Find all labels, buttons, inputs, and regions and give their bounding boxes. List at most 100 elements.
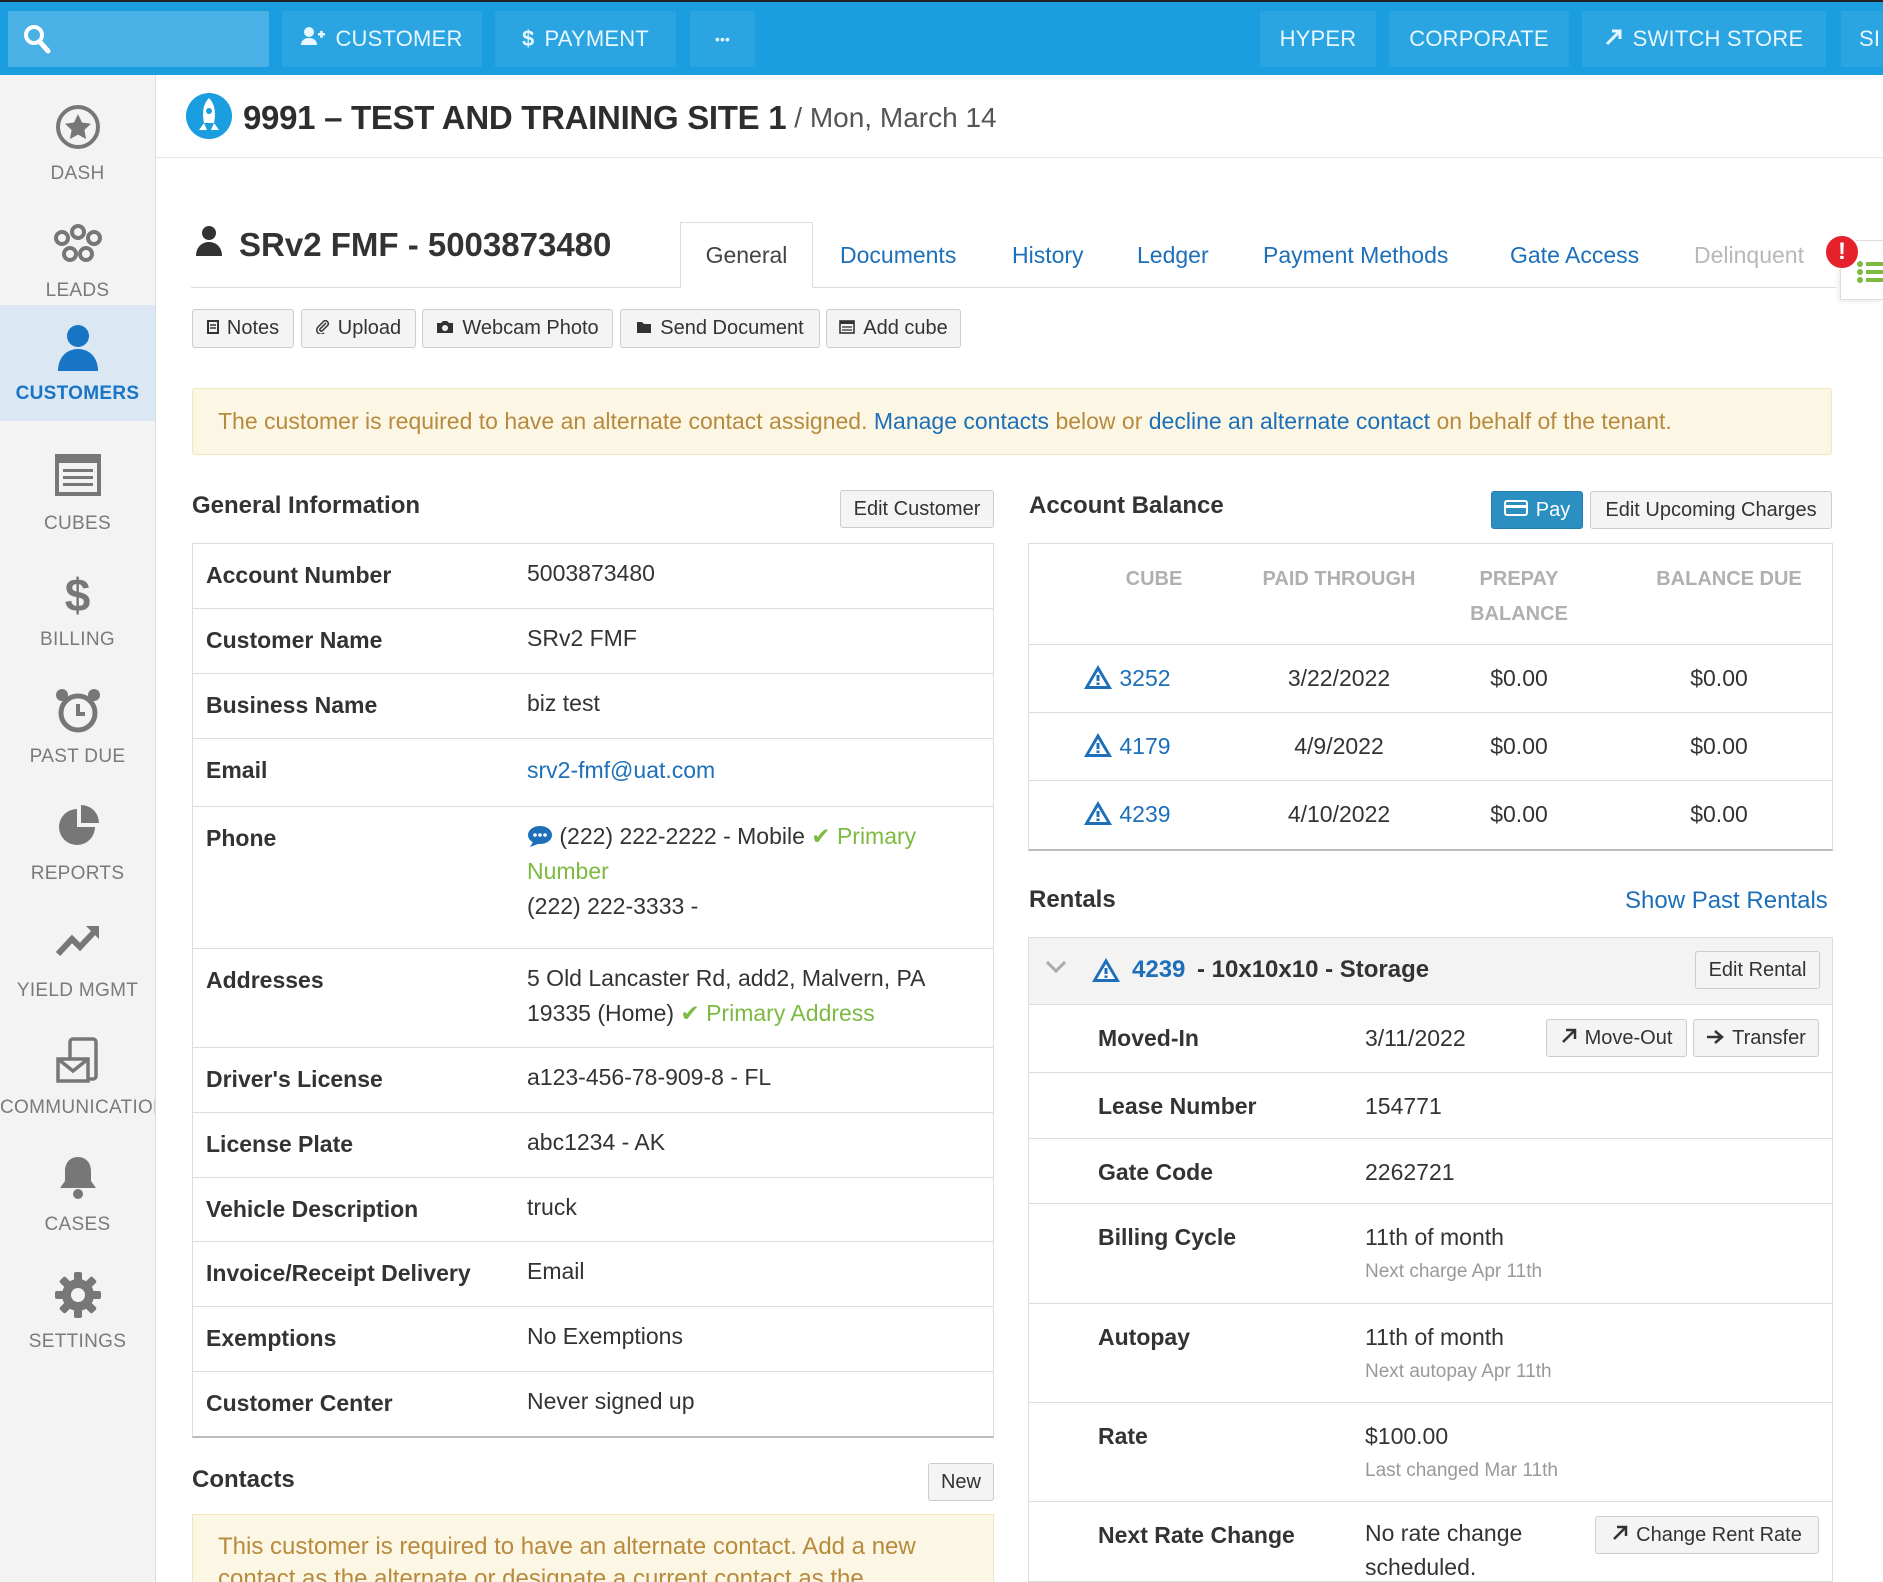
more-icon: ••• — [714, 31, 731, 47]
current-date: / Mon, March 14 — [794, 102, 997, 133]
sidebar-item-cubes[interactable]: CUBES — [0, 435, 155, 551]
sidebar-label-cases: CASES — [44, 1214, 111, 1235]
sidebar-label-past-due: PAST DUE — [29, 746, 126, 767]
pay-button[interactable]: Pay — [1491, 491, 1583, 529]
general-information-title: General Information — [192, 492, 421, 519]
tab-documents[interactable]: Documents — [840, 222, 956, 288]
change-rent-rate-button[interactable]: Change Rent Rate — [1595, 1516, 1819, 1554]
tab-history[interactable]: History — [1012, 222, 1084, 288]
account-balance-title: Account Balance — [1029, 492, 1224, 519]
sidebar-item-dash[interactable]: DASH — [0, 85, 155, 201]
arrow-up-right-icon — [1561, 1027, 1577, 1050]
customer-title: SRv2 FMF - 5003873480 — [195, 220, 611, 270]
transfer-button[interactable]: Transfer — [1693, 1019, 1819, 1057]
cube-cell: 4179 — [1083, 731, 1243, 760]
sidebar-label-customers: CUSTOMERS — [15, 383, 140, 404]
chevron-down-icon[interactable] — [1045, 960, 1067, 979]
row-label: Gate Code — [1098, 1159, 1214, 1185]
new-contact-button[interactable]: New — [928, 1463, 994, 1501]
send-document-button[interactable]: Send Document — [620, 309, 820, 348]
sidebar-item-settings[interactable]: SETTINGS — [0, 1253, 155, 1369]
more-nav-button[interactable]: ••• — [690, 11, 755, 67]
move-out-button[interactable]: Move-Out — [1546, 1019, 1687, 1057]
tab-payment-methods[interactable]: Payment Methods — [1263, 222, 1448, 288]
edit-rental-button[interactable]: Edit Rental — [1695, 951, 1820, 989]
table-row: Exemptions No Exemptions — [193, 1307, 993, 1372]
network-icon — [0, 220, 155, 272]
tab-delinquent[interactable]: Delinquent — [1694, 222, 1804, 288]
row-label: Exemptions — [206, 1325, 337, 1351]
header-prepay-balance: PREPAY BALANCE — [1470, 568, 1568, 625]
cube-link[interactable]: 3252 — [1119, 665, 1170, 691]
sidebar: DASH LEADS CUSTOMERS CUBES $ BILLING PAS… — [0, 75, 156, 1582]
sidebar-item-customers[interactable]: CUSTOMERS — [0, 305, 155, 421]
sidebar-item-reports[interactable]: REPORTS — [0, 785, 155, 901]
warning-triangle-icon — [1091, 956, 1121, 989]
notes-button[interactable]: Notes — [192, 309, 294, 348]
alert-badge[interactable]: ! — [1824, 234, 1860, 270]
switch-store-button[interactable]: SWITCH STORE — [1582, 11, 1826, 67]
row-label: Invoice/Receipt Delivery — [206, 1260, 471, 1286]
cut-nav-button[interactable]: SI — [1841, 11, 1883, 67]
arrow-right-icon — [1706, 1027, 1725, 1050]
add-cube-label: Add cube — [863, 317, 948, 339]
contacts-title: Contacts — [192, 1466, 295, 1493]
show-past-rentals-link[interactable]: Show Past Rentals — [1625, 887, 1828, 915]
add-cube-button[interactable]: Add cube — [826, 309, 961, 348]
header-paid-through: PAID THROUGH — [1262, 568, 1416, 590]
paid-through-cell: 4/10/2022 — [1287, 801, 1391, 827]
sidebar-item-communications[interactable]: COMMUNICATIONS — [0, 1019, 155, 1135]
row-label: Phone — [206, 825, 277, 851]
edit-upcoming-charges-button[interactable]: Edit Upcoming Charges — [1590, 491, 1832, 529]
next-autopay-note: Next autopay Apr 11th — [1365, 1361, 1552, 1382]
rental-unit-link[interactable]: 4239 — [1132, 956, 1185, 984]
warning-triangle-icon — [1083, 665, 1113, 691]
sidebar-item-leads[interactable]: LEADS — [0, 202, 155, 318]
row-label: Email — [206, 757, 268, 783]
sidebar-label-settings: SETTINGS — [28, 1331, 127, 1352]
gear-icon — [0, 1271, 155, 1323]
hyper-nav-button[interactable]: HYPER — [1260, 11, 1376, 67]
table-row: 4179 4/9/2022 $0.00 $0.00 — [1029, 713, 1832, 781]
webcam-photo-label: Webcam Photo — [462, 317, 599, 339]
manage-contacts-link[interactable]: Manage contacts — [874, 408, 1049, 435]
table-row: Account Number 5003873480 — [193, 544, 993, 609]
sidebar-item-past-due[interactable]: PAST DUE — [0, 668, 155, 784]
tab-ledger[interactable]: Ledger — [1137, 222, 1209, 288]
cube-link[interactable]: 4239 — [1119, 801, 1170, 827]
cube-link[interactable]: 4179 — [1119, 733, 1170, 759]
add-user-icon — [301, 26, 326, 52]
customer-nav-button[interactable]: CUSTOMER — [282, 11, 482, 67]
lease-number-value: 154771 — [1365, 1093, 1442, 1119]
sidebar-item-billing[interactable]: $ BILLING — [0, 551, 155, 667]
table-row: Email srv2-fmf@uat.com — [193, 739, 993, 807]
sidebar-item-yield-mgmt[interactable]: YIELD MGMT — [0, 902, 155, 1018]
search-icon — [22, 23, 52, 60]
table-row: License Plate abc1234 - AK — [193, 1113, 993, 1178]
table-row: Business Name biz test — [193, 674, 993, 739]
webcam-photo-button[interactable]: Webcam Photo — [422, 309, 613, 348]
tab-gate-access[interactable]: Gate Access — [1510, 222, 1639, 288]
decline-alternate-contact-link[interactable]: decline an alternate contact — [1149, 408, 1430, 435]
upload-button[interactable]: Upload — [301, 309, 416, 348]
sidebar-item-cases[interactable]: CASES — [0, 1136, 155, 1252]
notes-label: Notes — [226, 317, 280, 339]
table-header: CUBE PAID THROUGH PREPAY BALANCE BALANCE… — [1029, 544, 1832, 645]
edit-customer-button[interactable]: Edit Customer — [840, 490, 994, 528]
search-input[interactable] — [8, 11, 269, 67]
payment-nav-button[interactable]: $ PAYMENT — [495, 11, 676, 67]
row-label: Lease Number — [1098, 1093, 1257, 1119]
chat-icon[interactable] — [527, 823, 553, 849]
row-label: Vehicle Description — [206, 1196, 419, 1222]
email-link[interactable]: srv2-fmf@uat.com — [527, 757, 715, 783]
site-name: 9991 – TEST AND TRAINING SITE 1 — [243, 99, 787, 136]
table-row: 4239 4/10/2022 $0.00 $0.00 — [1029, 781, 1832, 849]
row-label: Autopay — [1098, 1324, 1190, 1350]
corporate-nav-button[interactable]: CORPORATE — [1389, 11, 1569, 67]
sidebar-label-leads: LEADS — [45, 280, 110, 301]
move-out-label: Move-Out — [1584, 1026, 1673, 1049]
user-icon — [195, 225, 223, 265]
customer-nav-label: CUSTOMER — [335, 26, 463, 51]
trend-up-icon — [0, 920, 155, 972]
tab-general[interactable]: General — [680, 222, 813, 288]
